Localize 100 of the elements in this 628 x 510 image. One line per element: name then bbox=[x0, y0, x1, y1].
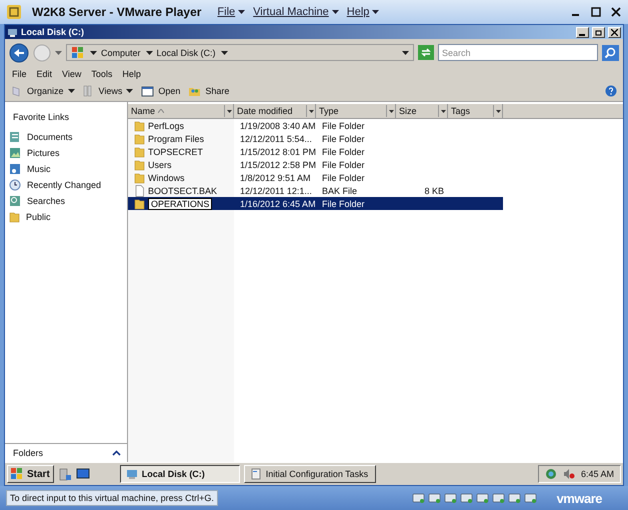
menu-item[interactable]: View bbox=[62, 68, 82, 78]
rename-field[interactable]: OPERATIONS bbox=[148, 198, 212, 210]
dropdown-icon[interactable] bbox=[388, 110, 394, 112]
caret-icon bbox=[402, 50, 409, 54]
column-header[interactable]: Name bbox=[131, 106, 156, 116]
breadcrumb[interactable]: Computer bbox=[101, 48, 141, 58]
status-message: To direct input to this virtual machine, press Ctrl+G. bbox=[6, 490, 218, 506]
table-cell: File Folder bbox=[322, 120, 365, 130]
table-cell: 12/12/2011 12:1... bbox=[240, 186, 312, 196]
minimize-button[interactable] bbox=[576, 26, 589, 38]
vmware-logo: vmware bbox=[556, 490, 602, 506]
pictures-icon bbox=[9, 146, 21, 158]
clock-icon bbox=[9, 178, 21, 190]
restore-button[interactable] bbox=[592, 26, 605, 38]
caret-icon bbox=[90, 50, 97, 54]
taskbar-button[interactable]: Initial Configuration Tasks bbox=[244, 465, 376, 483]
table-row[interactable]: PerfLogs 1/19/2008 3:40 AM File Folder bbox=[128, 119, 623, 132]
tasks-icon bbox=[250, 468, 262, 480]
windows-icon bbox=[71, 46, 85, 59]
vmware-icon bbox=[6, 4, 22, 20]
table-cell: File Folder bbox=[322, 134, 365, 144]
clock: 6:45 AM bbox=[580, 469, 614, 479]
toolbar-button[interactable]: Views bbox=[82, 85, 134, 97]
column-header[interactable]: Type bbox=[319, 106, 339, 116]
back-button[interactable] bbox=[9, 42, 29, 62]
sidebar-item[interactable]: Public bbox=[26, 212, 51, 222]
column-header[interactable]: Date modified bbox=[237, 106, 293, 116]
folders-label[interactable]: Folders bbox=[13, 448, 44, 458]
menu-item[interactable]: Help bbox=[346, 6, 370, 18]
table-cell: File Folder bbox=[322, 146, 365, 156]
taskbar-button[interactable]: Local Disk (C:) bbox=[120, 465, 240, 483]
menu-item[interactable]: File bbox=[12, 68, 27, 78]
dropdown-icon[interactable] bbox=[226, 110, 232, 112]
address-bar[interactable]: Computer Local Disk (C:) bbox=[66, 44, 414, 61]
restore-icon bbox=[595, 28, 602, 36]
file-name: Program Files bbox=[148, 134, 204, 144]
computer-icon bbox=[126, 468, 138, 480]
dropdown-icon[interactable] bbox=[308, 110, 314, 112]
table-row[interactable]: Windows 1/8/2012 9:51 AM File Folder bbox=[128, 171, 623, 184]
table-cell: 1/8/2012 9:51 AM bbox=[240, 172, 311, 182]
toolbar-button[interactable]: Organize bbox=[11, 85, 75, 97]
table-cell: 12/12/2011 5:54... bbox=[240, 134, 312, 144]
start-button[interactable]: Start bbox=[7, 465, 54, 483]
close-button[interactable] bbox=[610, 6, 622, 18]
menu-item[interactable]: File bbox=[217, 6, 236, 18]
documents-icon bbox=[9, 130, 21, 142]
table-row[interactable]: TOPSECRET 1/15/2012 8:01 PM File Folder bbox=[128, 145, 623, 158]
computer-icon bbox=[7, 26, 18, 38]
caret-icon bbox=[146, 50, 153, 54]
window-title: Local Disk (C:) bbox=[21, 27, 84, 37]
sidebar-item[interactable]: Documents bbox=[27, 132, 73, 142]
table-cell: 8 KB bbox=[424, 186, 444, 196]
menu-item[interactable]: Help bbox=[122, 68, 141, 78]
section-title: Favorite Links bbox=[12, 112, 70, 122]
network-icon[interactable] bbox=[544, 468, 557, 480]
table-cell: File Folder bbox=[322, 172, 365, 182]
caret-icon bbox=[372, 10, 380, 14]
column-header[interactable]: Size bbox=[399, 106, 417, 116]
caret-icon bbox=[238, 10, 246, 14]
caret-icon bbox=[332, 10, 339, 14]
table-row[interactable]: BOOTSECT.BAK 12/12/2011 12:1... BAK File 8 KB bbox=[128, 184, 623, 197]
table-cell: 1/19/2008 3:40 AM bbox=[240, 120, 316, 130]
open-icon bbox=[141, 86, 154, 96]
search-field[interactable]: Search bbox=[438, 44, 598, 61]
menu-item[interactable]: Virtual Machine bbox=[253, 6, 329, 18]
refresh-button[interactable] bbox=[418, 45, 434, 60]
file-name: BOOTSECT.BAK bbox=[148, 186, 218, 196]
caret-icon bbox=[68, 89, 75, 93]
search-icon[interactable] bbox=[602, 44, 619, 60]
speaker-muted-icon[interactable] bbox=[562, 468, 575, 480]
maximize-button[interactable] bbox=[590, 6, 602, 18]
breadcrumb[interactable]: Local Disk (C:) bbox=[156, 48, 216, 58]
share-icon bbox=[188, 85, 202, 97]
help-icon[interactable] bbox=[605, 85, 617, 97]
table-cell: 1/15/2012 2:58 PM bbox=[240, 160, 316, 170]
windows-icon bbox=[11, 468, 23, 480]
chevron-up-icon[interactable] bbox=[112, 450, 121, 456]
dropdown-icon[interactable] bbox=[496, 110, 500, 112]
toolbar-button[interactable]: Open bbox=[141, 86, 180, 96]
sidebar-item[interactable]: Music bbox=[27, 164, 51, 174]
table-cell: File Folder bbox=[322, 198, 365, 208]
menu-item[interactable]: Edit bbox=[36, 68, 52, 78]
sidebar-item[interactable]: Pictures bbox=[27, 148, 60, 158]
toolbar-button[interactable]: Share bbox=[188, 85, 230, 97]
menu-item[interactable]: Tools bbox=[91, 68, 112, 78]
file-icon bbox=[134, 184, 145, 196]
table-row[interactable]: Users 1/15/2012 2:58 PM File Folder bbox=[128, 158, 623, 171]
sidebar-item[interactable]: Recently Changed bbox=[27, 180, 102, 190]
table-row[interactable]: Program Files 12/12/2011 5:54... File Folder bbox=[128, 132, 623, 145]
column-header[interactable]: Tags bbox=[451, 106, 470, 116]
sidebar-item[interactable]: Searches bbox=[27, 196, 66, 206]
close-icon bbox=[611, 28, 618, 36]
dropdown-icon[interactable] bbox=[440, 110, 446, 112]
window-title: W2K8 Server - VMware Player bbox=[32, 5, 202, 19]
selected-row[interactable]: OPERATIONS 1/16/2012 6:45 AM File Folder bbox=[128, 197, 503, 210]
desktop-icon[interactable] bbox=[76, 468, 90, 480]
caret-icon bbox=[55, 50, 62, 54]
caret-icon bbox=[126, 89, 134, 93]
file-name: TOPSECRET bbox=[148, 146, 203, 156]
file-name: PerfLogs bbox=[148, 120, 184, 130]
